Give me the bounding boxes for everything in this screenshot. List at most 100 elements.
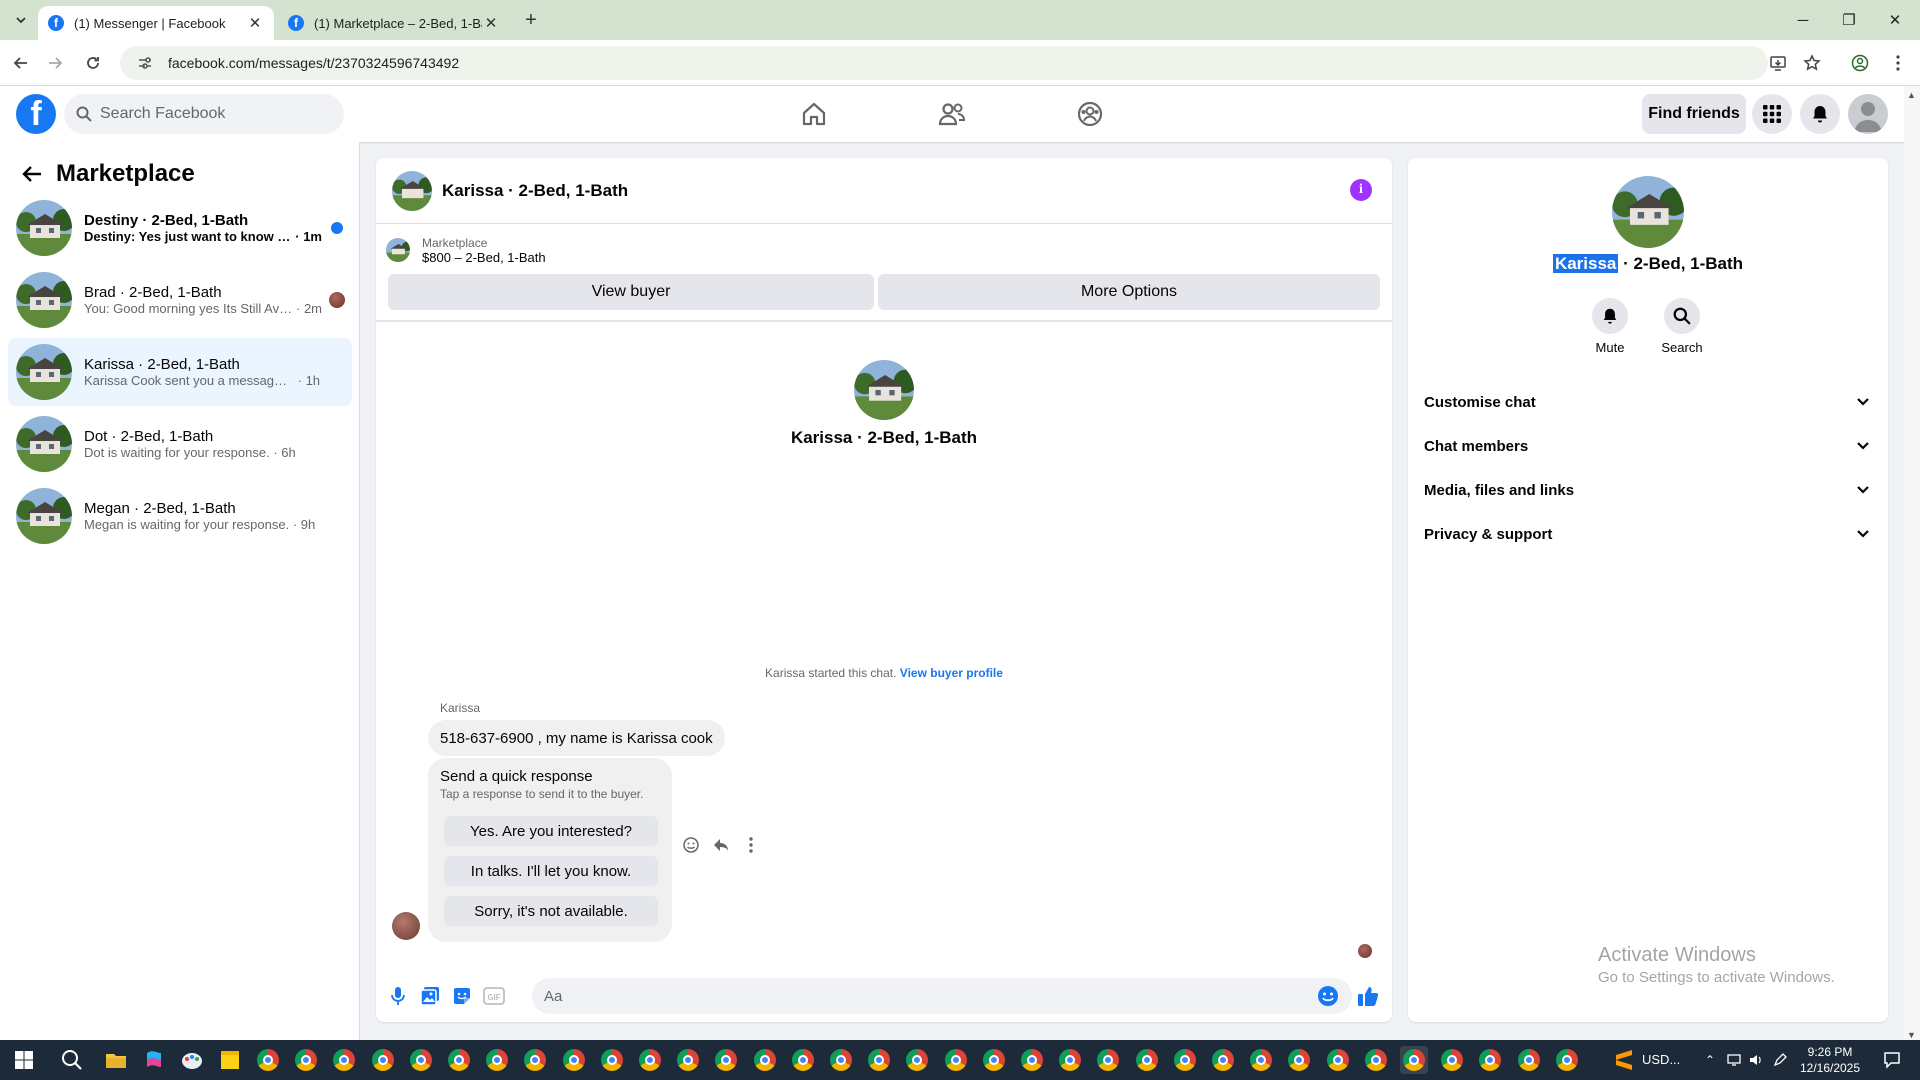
tray-overflow-icon[interactable]: ⌃	[1702, 1052, 1718, 1068]
chrome-window-icon[interactable]	[1476, 1046, 1504, 1074]
account-avatar[interactable]	[1848, 94, 1888, 134]
chrome-window-icon[interactable]	[445, 1046, 473, 1074]
chrome-window-icon[interactable]	[636, 1046, 664, 1074]
search-action[interactable]: Search	[1652, 298, 1712, 355]
minimize-button[interactable]: ─	[1788, 6, 1818, 34]
quick-response-button[interactable]: In talks. I'll let you know.	[444, 856, 658, 886]
chrome-window-icon[interactable]	[1324, 1046, 1352, 1074]
listing-info[interactable]: Marketplace $800 – 2-Bed, 1-Bath	[386, 232, 546, 268]
chrome-window-icon[interactable]	[1438, 1046, 1466, 1074]
browser-tab-marketplace[interactable]: f (1) Marketplace – 2-Bed, 1-Bath ✕	[278, 6, 510, 40]
scroll-up-icon[interactable]: ▲	[1907, 90, 1916, 100]
more-options-button[interactable]: More Options	[878, 274, 1380, 310]
attach-media-button[interactable]	[418, 984, 442, 1008]
page-scrollbar[interactable]: ▲ ▼	[1904, 86, 1920, 1046]
nav-friends[interactable]	[930, 92, 974, 136]
chrome-window-icon[interactable]	[1171, 1046, 1199, 1074]
site-info-icon[interactable]	[136, 54, 154, 72]
new-tab-button[interactable]: +	[520, 9, 542, 31]
forward-button[interactable]	[42, 50, 68, 76]
address-bar[interactable]: facebook.com/messages/t/2370324596743492	[120, 46, 1768, 80]
chrome-window-icon[interactable]	[1362, 1046, 1390, 1074]
gif-button[interactable]: GIF	[482, 984, 506, 1008]
file-explorer-icon[interactable]	[102, 1046, 130, 1074]
menu-button[interactable]	[1752, 94, 1792, 134]
chrome-window-icon[interactable]	[598, 1046, 626, 1074]
chrome-window-icon[interactable]	[292, 1046, 320, 1074]
reply-button[interactable]	[710, 834, 732, 856]
chrome-window-icon[interactable]	[1247, 1046, 1275, 1074]
chrome-window-icon[interactable]	[330, 1046, 358, 1074]
back-button[interactable]	[8, 50, 34, 76]
close-window-button[interactable]: ✕	[1880, 6, 1910, 34]
paint-app-icon[interactable]	[178, 1046, 206, 1074]
currency-widget[interactable]: USD...	[1642, 1052, 1680, 1067]
start-button[interactable]	[10, 1046, 38, 1074]
view-buyer-profile-link[interactable]: View buyer profile	[900, 666, 1003, 680]
close-tab-icon[interactable]: ✕	[246, 14, 264, 32]
quick-response-button[interactable]: Yes. Are you interested?	[444, 816, 658, 846]
chrome-window-icon[interactable]	[1285, 1046, 1313, 1074]
more-button[interactable]	[740, 834, 762, 856]
react-button[interactable]	[680, 834, 702, 856]
chrome-window-icon[interactable]	[865, 1046, 893, 1074]
details-avatar[interactable]	[1612, 176, 1684, 248]
view-buyer-button[interactable]: View buyer	[388, 274, 874, 310]
tab-search-dropdown[interactable]	[10, 9, 32, 31]
chrome-window-icon[interactable]	[751, 1046, 779, 1074]
facebook-logo[interactable]: f	[16, 94, 56, 134]
chrome-window-icon[interactable]	[369, 1046, 397, 1074]
chrome-window-icon[interactable]	[789, 1046, 817, 1074]
conversation-item-karissa[interactable]: Karissa · 2-Bed, 1-Bath Karissa Cook sen…	[8, 338, 352, 406]
scroll-down-icon[interactable]: ▼	[1907, 1030, 1916, 1040]
section-chat-members[interactable]: Chat members	[1416, 424, 1880, 468]
reload-button[interactable]	[80, 50, 106, 76]
sticker-button[interactable]	[450, 984, 474, 1008]
chrome-window-icon[interactable]	[980, 1046, 1008, 1074]
conversation-item-megan[interactable]: Megan · 2-Bed, 1-Bath Megan is waiting f…	[8, 482, 352, 550]
section-media-files-links[interactable]: Media, files and links	[1416, 468, 1880, 512]
chrome-window-icon[interactable]	[712, 1046, 740, 1074]
close-tab-icon[interactable]: ✕	[482, 14, 500, 32]
notification-center-icon[interactable]	[1882, 1050, 1902, 1070]
message-input[interactable]	[532, 978, 1352, 1014]
sticky-notes-icon[interactable]	[216, 1046, 244, 1074]
conversation-item-brad[interactable]: Brad · 2-Bed, 1-Bath You: Good morning y…	[8, 266, 352, 334]
notifications-button[interactable]	[1800, 94, 1840, 134]
chrome-window-icon[interactable]	[483, 1046, 511, 1074]
sublime-text-icon[interactable]	[1610, 1046, 1638, 1074]
conversation-item-destiny[interactable]: Destiny · 2-Bed, 1-Bath Destiny: Yes jus…	[8, 194, 352, 262]
conversation-item-dot[interactable]: Dot · 2-Bed, 1-Bath Dot is waiting for y…	[8, 410, 352, 478]
chrome-window-icon[interactable]	[1400, 1046, 1428, 1074]
chrome-window-icon[interactable]	[1515, 1046, 1543, 1074]
chrome-window-icon[interactable]	[903, 1046, 931, 1074]
chrome-window-icon[interactable]	[407, 1046, 435, 1074]
display-icon[interactable]	[1726, 1052, 1742, 1068]
chat-title[interactable]: Karissa · 2-Bed, 1-Bath	[442, 181, 628, 201]
quick-response-button[interactable]: Sorry, it's not available.	[444, 896, 658, 926]
mute-action[interactable]: Mute	[1580, 298, 1640, 355]
chrome-window-icon[interactable]	[254, 1046, 282, 1074]
emoji-button[interactable]	[1316, 984, 1340, 1008]
chrome-window-icon[interactable]	[674, 1046, 702, 1074]
chrome-window-icon[interactable]	[827, 1046, 855, 1074]
chrome-window-icon[interactable]	[1056, 1046, 1084, 1074]
message-bubble[interactable]: 518-637-6900 , my name is Karissa cook	[428, 720, 725, 756]
restore-button[interactable]: ❐	[1834, 6, 1864, 34]
like-button[interactable]	[1356, 984, 1380, 1008]
voice-clip-button[interactable]	[386, 984, 410, 1008]
chat-avatar[interactable]	[392, 170, 432, 211]
browser-menu-icon[interactable]	[1884, 49, 1912, 77]
taskbar-search-button[interactable]	[58, 1046, 86, 1074]
facebook-search[interactable]	[64, 94, 344, 134]
search-input[interactable]	[100, 105, 320, 123]
chrome-window-icon[interactable]	[1209, 1046, 1237, 1074]
pen-icon[interactable]	[1772, 1052, 1788, 1068]
section-customise-chat[interactable]: Customise chat	[1416, 380, 1880, 424]
find-friends-button[interactable]: Find friends	[1642, 94, 1746, 134]
chrome-window-icon[interactable]	[942, 1046, 970, 1074]
chrome-window-icon[interactable]	[1133, 1046, 1161, 1074]
chrome-window-icon[interactable]	[1553, 1046, 1581, 1074]
volume-icon[interactable]	[1748, 1052, 1764, 1068]
section-privacy-support[interactable]: Privacy & support	[1416, 512, 1880, 556]
